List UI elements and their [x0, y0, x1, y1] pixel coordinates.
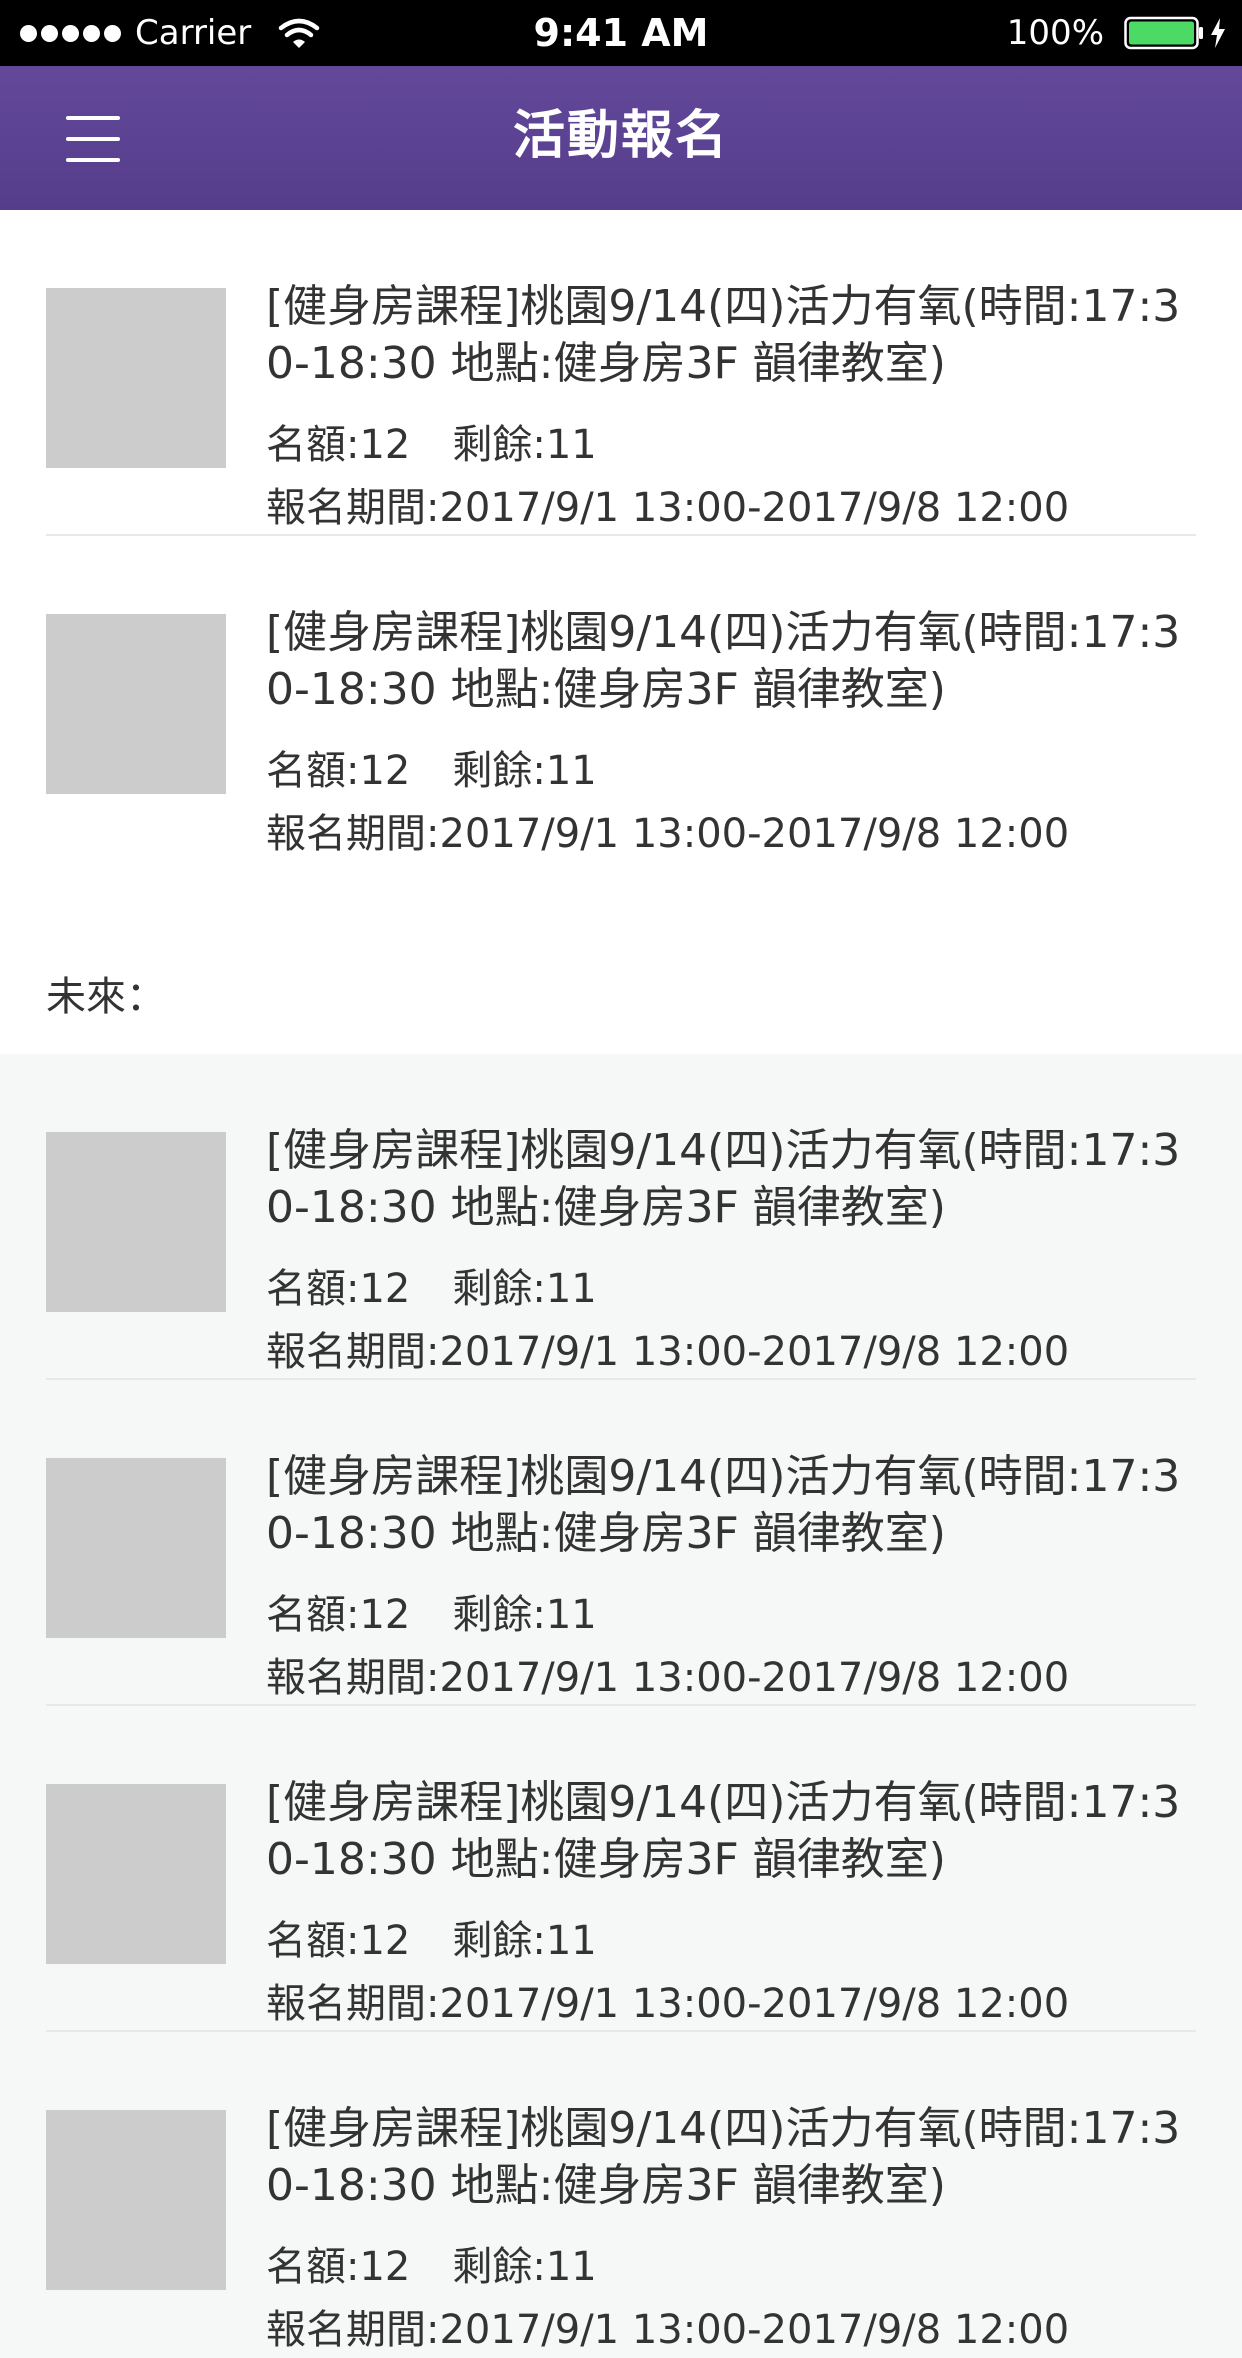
event-quota-row: 名額:12 剩餘:11 [266, 420, 597, 470]
nav-bar: 活動報名 [0, 66, 1242, 210]
event-title: [健身房課程]桃園9/14(四)活力有氧(時間:17:30-18:30 地點:健… [266, 2103, 1181, 2211]
event-quota-row: 名額:12 剩餘:11 [266, 746, 597, 796]
event-list-item[interactable]: [健身房課程]桃園9/14(四)活力有氧(時間:17:30-18:30 地點:健… [0, 2032, 1242, 2358]
event-remaining: 剩餘:11 [452, 1918, 597, 1964]
status-bar: Carrier 9:41 AM 100% [0, 0, 1242, 66]
current-events-list: [健身房課程]桃園9/14(四)活力有氧(時間:17:30-18:30 地點:健… [0, 210, 1242, 900]
event-thumbnail [46, 288, 226, 468]
event-remaining: 剩餘:11 [452, 1592, 597, 1638]
event-remaining: 剩餘:11 [452, 2244, 597, 2290]
event-registration-period: 報名期間:2017/9/1 13:00-2017/9/8 12:00 [266, 1655, 1070, 1701]
event-thumbnail [46, 1458, 226, 1638]
event-registration-period: 報名期間:2017/9/1 13:00-2017/9/8 12:00 [266, 485, 1070, 531]
event-quota: 名額:12 [266, 1592, 411, 1638]
page-title: 活動報名 [512, 106, 729, 166]
event-thumbnail [46, 2110, 226, 2290]
event-remaining: 剩餘:11 [452, 1266, 597, 1312]
event-quota-row: 名額:12 剩餘:11 [266, 1590, 597, 1640]
event-thumbnail [46, 1132, 226, 1312]
event-title: [健身房課程]桃園9/14(四)活力有氧(時間:17:30-18:30 地點:健… [266, 1451, 1181, 1559]
future-section-label: 未來： [46, 974, 166, 1020]
event-list-item[interactable]: [健身房課程]桃園9/14(四)活力有氧(時間:17:30-18:30 地點:健… [0, 1054, 1242, 1380]
event-quota-row: 名額:12 剩餘:11 [266, 1264, 597, 1314]
event-title: [健身房課程]桃園9/14(四)活力有氧(時間:17:30-18:30 地點:健… [266, 607, 1181, 715]
event-title: [健身房課程]桃園9/14(四)活力有氧(時間:17:30-18:30 地點:健… [266, 1777, 1181, 1885]
status-right: 100% [1007, 12, 1226, 54]
event-remaining: 剩餘:11 [452, 422, 597, 468]
event-list-item[interactable]: [健身房課程]桃園9/14(四)活力有氧(時間:17:30-18:30 地點:健… [0, 1380, 1242, 1706]
future-events-list: [健身房課程]桃園9/14(四)活力有氧(時間:17:30-18:30 地點:健… [0, 1054, 1242, 2353]
event-title: [健身房課程]桃園9/14(四)活力有氧(時間:17:30-18:30 地點:健… [266, 281, 1181, 389]
event-list-item[interactable]: [健身房課程]桃園9/14(四)活力有氧(時間:17:30-18:30 地點:健… [0, 1706, 1242, 2032]
event-registration-period: 報名期間:2017/9/1 13:00-2017/9/8 12:00 [266, 1981, 1070, 2027]
battery-percent: 100% [1006, 13, 1104, 53]
event-quota: 名額:12 [266, 2244, 411, 2290]
event-quota: 名額:12 [266, 1918, 411, 1964]
battery-icon [1124, 16, 1203, 50]
event-quota: 名額:12 [266, 1266, 411, 1312]
event-registration-period: 報名期間:2017/9/1 13:00-2017/9/8 12:00 [266, 1329, 1070, 1375]
event-quota: 名額:12 [266, 748, 411, 794]
event-registration-period: 報名期間:2017/9/1 13:00-2017/9/8 12:00 [266, 2307, 1070, 2353]
event-remaining: 剩餘:11 [452, 748, 597, 794]
event-list-item[interactable]: [健身房課程]桃園9/14(四)活力有氧(時間:17:30-18:30 地點:健… [0, 536, 1242, 862]
event-quota-row: 名額:12 剩餘:11 [266, 2242, 597, 2292]
event-quota: 名額:12 [266, 422, 411, 468]
event-title: [健身房課程]桃園9/14(四)活力有氧(時間:17:30-18:30 地點:健… [266, 1125, 1181, 1233]
future-section-header: 未來： [0, 900, 1242, 1054]
event-registration-period: 報名期間:2017/9/1 13:00-2017/9/8 12:00 [266, 811, 1070, 857]
event-list-item[interactable]: [健身房課程]桃園9/14(四)活力有氧(時間:17:30-18:30 地點:健… [0, 210, 1242, 536]
charging-bolt-icon [1211, 18, 1225, 48]
event-thumbnail [46, 1784, 226, 1964]
event-thumbnail [46, 614, 226, 794]
event-quota-row: 名額:12 剩餘:11 [266, 1916, 597, 1966]
